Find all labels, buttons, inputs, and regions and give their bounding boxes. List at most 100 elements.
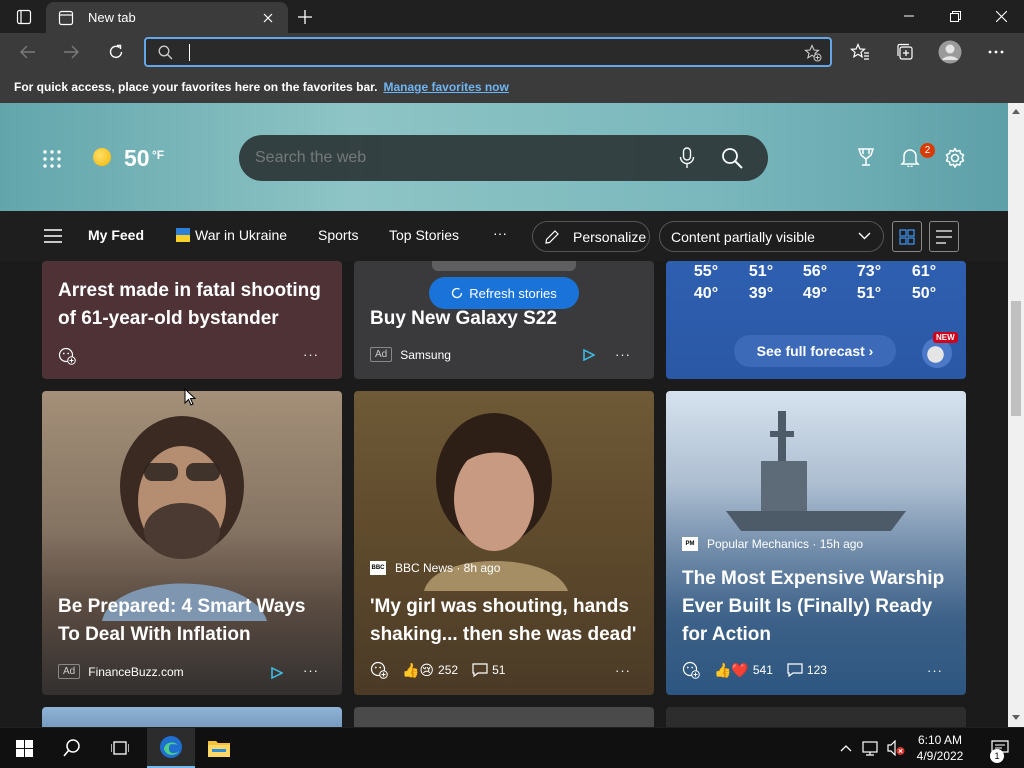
add-reaction-icon[interactable]	[58, 347, 76, 365]
minimize-button[interactable]	[886, 0, 932, 32]
card-footer: 👍❤️ 541 123	[682, 661, 827, 679]
card-title-line[interactable]: To Deal With Inflation	[58, 621, 251, 649]
close-window-button[interactable]	[978, 0, 1024, 32]
network-status-button[interactable]	[858, 728, 884, 768]
news-card-partial[interactable]	[354, 707, 654, 727]
profile-button[interactable]	[935, 37, 965, 67]
ad-card-inflation[interactable]: Be Prepared: 4 Smart Ways To Deal With I…	[42, 391, 342, 695]
card-more-button[interactable]: ···	[927, 663, 943, 678]
more-horizontal-icon	[988, 50, 1004, 54]
card-source[interactable]: FinanceBuzz.com	[88, 665, 183, 679]
news-card-warship[interactable]: PM Popular Mechanics · 15h ago The Most …	[666, 391, 966, 695]
comment-count-value: 123	[806, 663, 827, 677]
manage-favorites-link[interactable]: Manage favorites now	[383, 80, 508, 94]
favorites-star-icon	[850, 43, 869, 60]
card-title-line[interactable]: for Action	[682, 621, 771, 649]
reaction-count[interactable]: 👍❤️ 541	[714, 662, 773, 679]
nav-item-sports[interactable]: Sports	[318, 227, 358, 243]
card-title-line[interactable]: 'My girl was shouting, hands	[370, 593, 629, 621]
taskbar-search-button[interactable]	[48, 728, 96, 768]
nav-item-top-stories[interactable]: Top Stories	[389, 227, 459, 243]
microphone-icon[interactable]	[679, 147, 695, 169]
web-search-box[interactable]	[239, 135, 768, 181]
card-title-line[interactable]: Be Prepared: 4 Smart Ways	[58, 593, 305, 621]
ad-choices-play-icon[interactable]	[271, 667, 283, 679]
news-card-partial[interactable]	[666, 707, 966, 727]
scroll-down-arrow-icon[interactable]	[1012, 715, 1020, 723]
forecast-day-5[interactable]: 61° 50°	[900, 261, 948, 305]
card-source[interactable]: PM Popular Mechanics · 15h ago	[682, 537, 863, 551]
add-favorite-icon[interactable]	[804, 44, 822, 62]
forecast-day-3[interactable]: 56° 49°	[791, 261, 839, 305]
news-card-bbc[interactable]: BBC BBC News · 8h ago 'My girl was shout…	[354, 391, 654, 695]
card-title-line[interactable]: shaking... then she was dead'	[370, 621, 636, 649]
forecast-day-2[interactable]: 51° 39°	[737, 261, 785, 305]
personalize-button[interactable]: Personalize	[532, 221, 650, 252]
card-title[interactable]: Buy New Galaxy S22	[370, 305, 557, 333]
nav-item-my-feed[interactable]: My Feed	[88, 227, 144, 243]
card-title-line[interactable]: Arrest made in fatal shooting	[58, 277, 321, 305]
card-source[interactable]: BBC BBC News · 8h ago	[370, 561, 500, 575]
browser-tab[interactable]: New tab	[46, 2, 288, 33]
search-icon[interactable]	[721, 147, 743, 169]
card-more-button[interactable]: ···	[303, 347, 319, 362]
card-more-button[interactable]: ···	[615, 663, 631, 678]
gear-icon[interactable]	[944, 147, 966, 169]
app-launcher-icon[interactable]	[43, 150, 61, 168]
comment-count[interactable]: 51	[472, 663, 505, 677]
task-view-button[interactable]	[96, 728, 144, 768]
new-tab-button[interactable]	[292, 4, 318, 30]
show-hidden-icons-button[interactable]	[834, 728, 858, 768]
comment-count[interactable]: 123	[787, 663, 827, 677]
see-full-forecast-button[interactable]: See full forecast ›	[734, 335, 896, 367]
temperature-value[interactable]: 50	[124, 145, 150, 172]
settings-and-more-button[interactable]	[981, 37, 1011, 67]
taskbar-edge-button[interactable]	[147, 728, 195, 768]
card-title-line[interactable]: The Most Expensive Warship	[682, 565, 944, 593]
refresh-button[interactable]	[101, 37, 131, 67]
forecast-day-1[interactable]: 55° 40°	[682, 261, 730, 305]
notifications-bell-icon[interactable]	[900, 147, 920, 167]
card-source[interactable]: Samsung	[400, 348, 451, 362]
start-button[interactable]	[0, 728, 48, 768]
scrollbar-thumb[interactable]	[1011, 301, 1021, 416]
news-card-arrest[interactable]: Arrest made in fatal shooting of 61-year…	[42, 261, 342, 379]
rewards-trophy-icon[interactable]	[856, 147, 876, 167]
forecast-day-4[interactable]: 73° 51°	[845, 261, 893, 305]
scroll-up-arrow-icon[interactable]	[1012, 108, 1020, 116]
page-scrollbar[interactable]	[1008, 103, 1024, 727]
collections-button[interactable]	[890, 37, 920, 67]
forward-button[interactable]	[56, 37, 86, 67]
nav-item-war-in-ukraine[interactable]: War in Ukraine	[195, 227, 287, 243]
restore-button[interactable]	[932, 0, 978, 32]
news-card-partial[interactable]	[42, 707, 342, 727]
tab-actions-button[interactable]	[8, 6, 40, 28]
web-search-input[interactable]	[255, 149, 635, 167]
favorites-button[interactable]	[845, 37, 875, 67]
comment-icon	[787, 663, 803, 677]
close-tab-button[interactable]	[254, 4, 282, 32]
comment-count-value: 51	[492, 663, 506, 677]
back-button[interactable]	[13, 37, 43, 67]
title-bar: New tab	[0, 0, 1024, 33]
add-reaction-icon[interactable]	[370, 661, 388, 679]
nav-more-button[interactable]: ···	[493, 225, 507, 241]
ad-choices-play-icon[interactable]	[583, 349, 595, 361]
hamburger-menu-icon[interactable]	[44, 229, 62, 243]
system-clock[interactable]: 6:10 AM 4/9/2022	[905, 732, 975, 764]
card-title-line[interactable]: Ever Built Is (Finally) Ready	[682, 593, 932, 621]
list-view-button[interactable]	[929, 221, 959, 252]
content-visibility-dropdown[interactable]: Content partially visible	[659, 221, 884, 252]
card-more-button[interactable]: ···	[615, 347, 631, 362]
card-more-button[interactable]: ···	[303, 663, 319, 678]
taskbar-file-explorer-button[interactable]	[195, 728, 243, 768]
favorites-bar: For quick access, place your favorites h…	[0, 71, 1024, 103]
reaction-count[interactable]: 👍😢 252	[402, 662, 458, 679]
grid-view-button[interactable]	[892, 221, 922, 252]
phone-product-image	[432, 261, 576, 271]
sun-weather-icon[interactable]	[93, 148, 111, 166]
card-title-line[interactable]: of 61-year-old bystander	[58, 305, 279, 333]
refresh-stories-button[interactable]: Refresh stories	[429, 277, 579, 309]
add-reaction-icon[interactable]	[682, 661, 700, 679]
address-bar[interactable]	[144, 37, 832, 67]
